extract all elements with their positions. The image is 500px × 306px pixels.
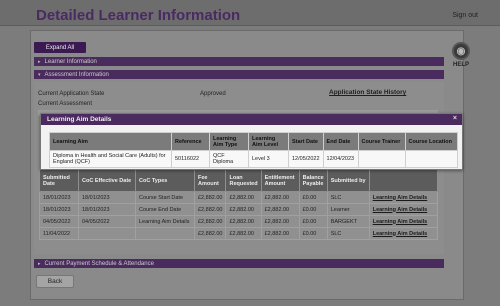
coc-cell: Learning Aim Details bbox=[368, 203, 438, 216]
close-icon[interactable]: × bbox=[453, 115, 457, 122]
coc-cell: Learning Aim Details bbox=[368, 227, 438, 240]
coc-cell: £2,882.00 bbox=[193, 227, 227, 240]
coc-col-header: Submitted by bbox=[326, 169, 370, 192]
learning-aim-cell: 12/04/2023 bbox=[322, 150, 359, 168]
learning-aim-row: Diploma in Health and Social Care (Adult… bbox=[49, 150, 458, 168]
chevron-right-icon: ▸ bbox=[38, 260, 41, 267]
learning-aim-col-header: End Date bbox=[322, 132, 359, 151]
coc-col-header: Fee Amount bbox=[193, 169, 227, 192]
coc-cell: £2,882.00 bbox=[260, 203, 300, 216]
coc-cell: SLC bbox=[326, 191, 370, 204]
learning-aim-cell bbox=[357, 150, 406, 168]
learning-aim-details-link[interactable]: Learning Aim Details bbox=[373, 231, 428, 237]
current-application-state-label: Current Application State bbox=[38, 91, 105, 97]
coc-cell: £0.00 bbox=[298, 203, 328, 216]
coc-col-header: Balance Payable bbox=[298, 169, 328, 192]
coc-cell bbox=[135, 227, 195, 240]
learning-aim-col-header: Learning Aim Level bbox=[248, 132, 289, 151]
coc-cell: Course End Date bbox=[135, 203, 195, 216]
coc-col-header: Submitted Date bbox=[39, 169, 79, 192]
coc-row: 04/05/2022 04/05/2022 Learning Aim Detai… bbox=[39, 215, 438, 228]
coc-cell: £2,882.00 bbox=[225, 203, 262, 216]
learning-aim-cell: Level 3 bbox=[248, 150, 289, 168]
learning-aim-cell bbox=[404, 150, 458, 168]
chevron-down-icon: ▾ bbox=[38, 71, 41, 78]
learning-aim-details-link[interactable]: Learning Aim Details bbox=[373, 219, 428, 225]
learning-aim-cell: QCF Diploma bbox=[209, 150, 249, 168]
coc-row: 11/04/2022 £2,882.00 £2,882.00 £2,882.00… bbox=[39, 227, 438, 240]
section-label: Assessment Information bbox=[44, 71, 109, 78]
coc-cell: £2,882.00 bbox=[193, 203, 227, 216]
section-label: Learner Information bbox=[44, 58, 97, 65]
back-button[interactable]: Back bbox=[36, 275, 74, 288]
coc-cell: SLC bbox=[326, 227, 370, 240]
learning-aim-cell: 50116022 bbox=[171, 150, 210, 168]
section-label: Current Payment Schedule & Attendance bbox=[44, 260, 154, 267]
coc-cell: 18/01/2023 bbox=[78, 191, 136, 204]
coc-cell: 04/05/2022 bbox=[78, 215, 136, 228]
learning-aim-col-header: Course Location bbox=[404, 132, 458, 151]
coc-col-header: Loan Requested bbox=[225, 169, 262, 192]
coc-cell: £0.00 bbox=[298, 215, 328, 228]
coc-cell: 18/01/2023 bbox=[39, 191, 79, 204]
expand-all-button[interactable]: Expand All bbox=[34, 42, 86, 53]
learning-aim-details-link[interactable]: Learning Aim Details bbox=[373, 207, 428, 213]
section-learner-information[interactable]: ▸ Learner Information bbox=[34, 57, 444, 66]
learning-aim-col-header: Course Trainer bbox=[357, 132, 406, 151]
modal-title: Learning Aim Details bbox=[47, 116, 112, 123]
coc-header-row: Submitted Date CoC Effective Date CoC Ty… bbox=[39, 169, 438, 192]
coc-cell: £0.00 bbox=[298, 191, 328, 204]
application-state-history-link[interactable]: Application State History bbox=[329, 89, 406, 96]
current-assessment-label: Current Assessment bbox=[38, 101, 93, 107]
help-label: HELP bbox=[452, 62, 469, 68]
learning-aim-cell: Diploma in Health and Social Care (Adult… bbox=[49, 150, 172, 168]
learning-aim-header-row: Learning Aim Reference Learning Aim Type… bbox=[49, 132, 458, 151]
chevron-right-icon: ▸ bbox=[38, 58, 41, 65]
coc-cell: 18/01/2023 bbox=[39, 203, 79, 216]
coc-cell: Learning Aim Details bbox=[368, 191, 438, 204]
coc-col-header: CoC Effective Date bbox=[78, 169, 136, 192]
coc-cell: BARGEKT bbox=[326, 215, 370, 228]
coc-cell: Learning Aim Details bbox=[135, 215, 195, 228]
coc-cell: £0.00 bbox=[298, 227, 328, 240]
coc-cell: 04/05/2022 bbox=[39, 215, 79, 228]
learning-aim-details-link[interactable]: Learning Aim Details bbox=[373, 195, 428, 201]
coc-cell: £2,882.00 bbox=[193, 215, 227, 228]
section-assessment-information[interactable]: ▾ Assessment Information bbox=[34, 70, 444, 79]
learning-aim-table: Learning Aim Reference Learning Aim Type… bbox=[49, 132, 458, 168]
help-button[interactable]: ◉ HELP bbox=[449, 42, 473, 72]
learning-aim-col-header: Learning Aim bbox=[49, 132, 172, 151]
page-title: Detailed Learner Information bbox=[36, 7, 241, 24]
learning-aim-cell: 12/05/2022 bbox=[288, 150, 324, 168]
coc-cell: £2,882.00 bbox=[193, 191, 227, 204]
coc-col-header: Entitlement Amount bbox=[260, 169, 300, 192]
coc-cell: £2,882.00 bbox=[225, 227, 262, 240]
coc-row: 18/01/2023 18/01/2023 Course End Date £2… bbox=[39, 203, 438, 216]
coc-table: Submitted Date CoC Effective Date CoC Ty… bbox=[39, 169, 438, 240]
coc-cell: £2,882.00 bbox=[260, 191, 300, 204]
coc-cell: £2,882.00 bbox=[260, 215, 300, 228]
coc-row: 18/01/2023 18/01/2023 Course Start Date … bbox=[39, 191, 438, 204]
coc-cell: 11/04/2022 bbox=[39, 227, 79, 240]
coc-cell: £2,882.00 bbox=[225, 215, 262, 228]
coc-col-header bbox=[368, 169, 438, 192]
learning-aim-details-modal: Learning Aim Details × Learning Aim Refe… bbox=[40, 113, 463, 170]
coc-cell: £2,882.00 bbox=[225, 191, 262, 204]
sign-out-link[interactable]: Sign out bbox=[452, 12, 478, 19]
coc-cell: Learning Aim Details bbox=[368, 215, 438, 228]
learning-aim-col-header: Start Date bbox=[288, 132, 324, 151]
coc-cell: £2,882.00 bbox=[260, 227, 300, 240]
section-payment-schedule[interactable]: ▸ Current Payment Schedule & Attendance bbox=[34, 259, 444, 268]
top-bar: Detailed Learner Information Sign out bbox=[0, 0, 500, 26]
coc-cell: Course Start Date bbox=[135, 191, 195, 204]
current-application-state-value: Approved bbox=[200, 91, 226, 97]
coc-cell bbox=[78, 227, 136, 240]
learning-aim-col-header: Reference bbox=[171, 132, 210, 151]
coc-col-header: CoC Types bbox=[135, 169, 195, 192]
coc-cell: Learner bbox=[326, 203, 370, 216]
learning-aim-col-header: Learning Aim Type bbox=[209, 132, 249, 151]
coc-cell: 18/01/2023 bbox=[78, 203, 136, 216]
help-icon: ◉ bbox=[452, 42, 470, 60]
modal-header: Learning Aim Details × bbox=[41, 114, 462, 125]
